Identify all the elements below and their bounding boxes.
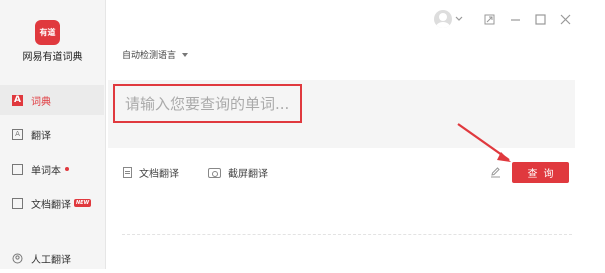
language-select[interactable]: 自动检测语言: [122, 48, 189, 61]
sidebar-item-wordbook[interactable]: 单词本: [0, 154, 104, 184]
mini-mode-button[interactable]: [482, 10, 496, 28]
close-icon: [560, 14, 570, 24]
sidebar-item-doc-translate[interactable]: 文档翻译 NEW: [0, 188, 104, 218]
app-name: 网易有道词典: [22, 52, 83, 63]
chevron-down-icon: [455, 16, 462, 21]
sidebar-item-label: 单词本: [31, 165, 61, 177]
sidebar-item-label: 人工翻译: [31, 254, 71, 266]
close-button[interactable]: [558, 10, 572, 28]
minimize-icon: [510, 18, 520, 21]
user-avatar-button[interactable]: [431, 10, 465, 28]
query-input[interactable]: [113, 84, 302, 123]
mini-mode-icon: [484, 14, 494, 24]
caret-down-icon: [182, 52, 189, 57]
notification-dot: [65, 167, 69, 171]
screenshot-translate-label: 截屏翻译: [228, 169, 268, 180]
app-logo: 有道: [35, 20, 60, 45]
language-select-label: 自动检测语言: [122, 51, 177, 61]
maximize-button[interactable]: [533, 10, 547, 28]
sidebar-item-dictionary[interactable]: A 词典: [0, 85, 104, 115]
sidebar-item-label: 词典: [31, 96, 51, 108]
translate-icon: A: [12, 128, 23, 140]
edit-icon[interactable]: [490, 167, 501, 178]
minimize-button[interactable]: [508, 10, 522, 28]
sidebar: 有道 网易有道词典 A 词典 A 翻译 单词本 文档翻译 NEW 人工翻译: [0, 0, 106, 269]
sidebar-item-label: 文档翻译: [31, 199, 71, 211]
main-panel: 自动检测语言 文档翻译 截屏翻译 查询: [106, 0, 605, 269]
query-area: [108, 80, 575, 148]
human-translate-icon: [12, 253, 23, 264]
dict-icon: A: [12, 94, 23, 106]
doc-translate-label: 文档翻译: [139, 169, 179, 180]
divider: [122, 234, 572, 235]
screenshot-translate-button[interactable]: 截屏翻译: [208, 165, 268, 180]
wordbook-icon: [12, 163, 23, 175]
camera-icon: [208, 167, 221, 178]
sidebar-item-label: 翻译: [31, 130, 51, 142]
doc-translate-icon: [12, 197, 23, 209]
new-badge: NEW: [74, 199, 92, 207]
sidebar-item-translate[interactable]: A 翻译: [0, 119, 104, 149]
doc-translate-button[interactable]: 文档翻译: [123, 165, 179, 180]
document-icon: [123, 167, 132, 178]
search-button[interactable]: 查询: [512, 162, 569, 183]
maximize-icon: [534, 13, 546, 25]
avatar: [433, 10, 452, 28]
